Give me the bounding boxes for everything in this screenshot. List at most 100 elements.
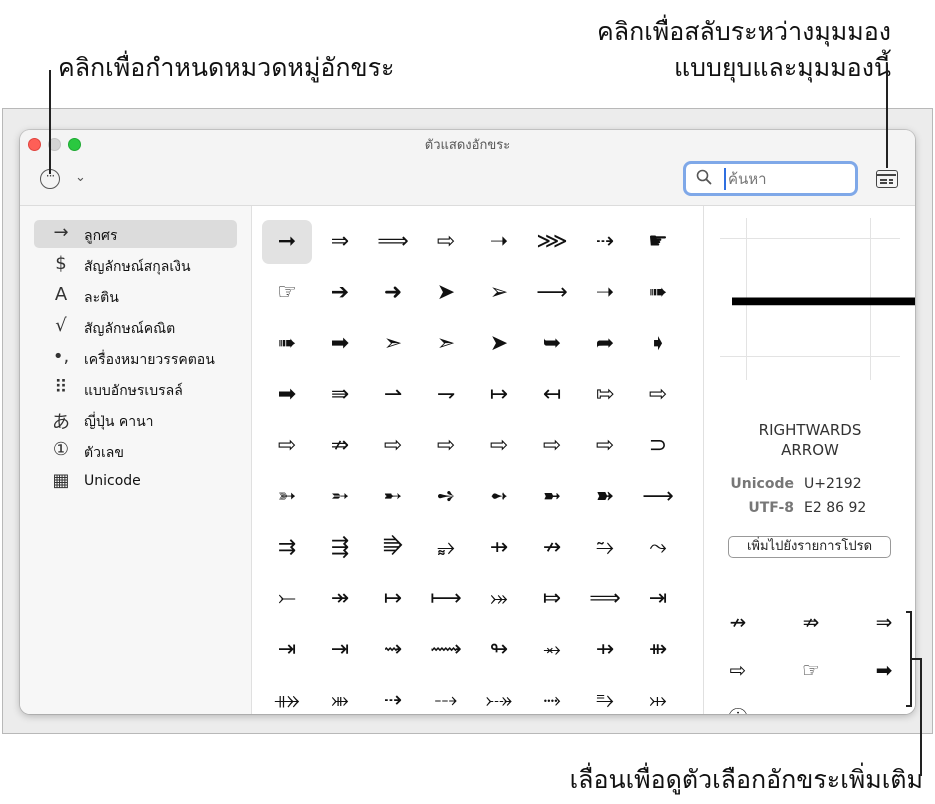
character-cell[interactable]: ↠: [315, 577, 365, 621]
sidebar-item[interactable]: √ สัญลักษณ์คณิต: [34, 313, 237, 341]
character-cell[interactable]: ☞: [262, 271, 312, 315]
character-cell[interactable]: ⥵: [421, 526, 471, 570]
character-cell[interactable]: ⇏: [315, 424, 365, 468]
variant-cell[interactable]: ↛: [708, 602, 768, 642]
character-cell[interactable]: ➠: [633, 271, 683, 315]
character-cell[interactable]: ⥱: [580, 679, 630, 714]
character-cell[interactable]: ⟶: [633, 475, 683, 519]
character-cell[interactable]: ⇨: [262, 424, 312, 468]
add-to-favorites-button[interactable]: เพิ่มไปยังรายการโปรด: [728, 536, 891, 558]
sidebar-item[interactable]: → ลูกศร: [34, 220, 237, 248]
character-cell[interactable]: ➡: [262, 373, 312, 417]
search-field[interactable]: [683, 161, 858, 196]
character-cell[interactable]: ⇥: [262, 628, 312, 672]
character-cell[interactable]: ⇸: [474, 526, 524, 570]
character-cell[interactable]: ⟹: [580, 577, 630, 621]
character-cell[interactable]: ➝: [474, 220, 524, 264]
character-cell[interactable]: ⇀: [368, 373, 418, 417]
character-cell[interactable]: ⤏: [421, 679, 471, 714]
character-cell[interactable]: ⭆: [368, 526, 418, 570]
character-cell[interactable]: ⋙: [527, 220, 577, 264]
chevron-down-icon[interactable]: ⌄: [75, 170, 86, 185]
character-cell[interactable]: ➣: [421, 322, 471, 366]
character-cell[interactable]: ↦: [474, 373, 524, 417]
character-cell[interactable]: ➜: [368, 271, 418, 315]
sidebar-item[interactable]: ⠿ แบบอักษรเบรลล์: [34, 375, 237, 403]
variant-cell[interactable]: ☞: [781, 650, 841, 690]
character-cell[interactable]: ⟶: [527, 271, 577, 315]
character-cell[interactable]: ⇨: [421, 220, 471, 264]
sidebar-item[interactable]: ▦ Unicode: [34, 468, 237, 496]
sidebar-item[interactable]: あ ญี่ปุ่น คานา: [34, 406, 237, 434]
character-cell[interactable]: ⟿: [421, 628, 471, 672]
variant-cell[interactable]: ⇏: [781, 602, 841, 642]
character-cell[interactable]: ➳: [262, 475, 312, 519]
character-cell[interactable]: ➝: [580, 271, 630, 315]
character-cell[interactable]: ☛: [633, 220, 683, 264]
character-cell[interactable]: ↛: [527, 526, 577, 570]
character-cell[interactable]: ➠: [262, 322, 312, 366]
character-cell[interactable]: ⇝: [368, 628, 418, 672]
character-cell[interactable]: ⤳: [633, 526, 683, 570]
character-cell[interactable]: ➢: [474, 271, 524, 315]
character-cell[interactable]: ⇨: [527, 424, 577, 468]
character-cell[interactable]: ➼: [527, 475, 577, 519]
character-cell[interactable]: ⇉: [262, 526, 312, 570]
character-cell[interactable]: ⤚: [262, 577, 312, 621]
character-cell[interactable]: ↤: [527, 373, 577, 417]
character-cell[interactable]: ⇥: [315, 628, 365, 672]
character-cell[interactable]: ⤔: [633, 679, 683, 714]
character-cell[interactable]: ⇻: [633, 628, 683, 672]
character-cell[interactable]: ➤: [421, 271, 471, 315]
character-cell[interactable]: ⟼: [421, 577, 471, 621]
character-cell[interactable]: ⤁: [262, 679, 312, 714]
character-cell[interactable]: ➽: [580, 475, 630, 519]
character-cell[interactable]: ➡: [315, 322, 365, 366]
variant-cell[interactable]: ⓘ: [708, 698, 768, 714]
character-cell[interactable]: ⟹: [368, 220, 418, 264]
character-cell[interactable]: ⇨: [580, 424, 630, 468]
character-cell[interactable]: ➦: [580, 322, 630, 366]
character-cell[interactable]: ↦: [368, 577, 418, 621]
character-cell[interactable]: ⇥: [633, 577, 683, 621]
variant-cell[interactable]: ⇨: [708, 650, 768, 690]
character-cell[interactable]: ➥: [527, 322, 577, 366]
character-cell[interactable]: ⤕: [315, 679, 365, 714]
character-cell[interactable]: ⤑: [527, 679, 577, 714]
character-cell[interactable]: ➞: [262, 220, 312, 264]
character-cell[interactable]: ⇨: [474, 424, 524, 468]
character-cell[interactable]: ⤖: [474, 577, 524, 621]
character-cell[interactable]: ➸: [368, 475, 418, 519]
character-cell[interactable]: ⇨: [633, 373, 683, 417]
character-cell[interactable]: ⊃: [633, 424, 683, 468]
character-cell[interactable]: ⇨: [368, 424, 418, 468]
character-cell[interactable]: ⥇: [527, 628, 577, 672]
character-cell[interactable]: ⇨: [421, 424, 471, 468]
variant-cell[interactable]: ➡: [854, 650, 914, 690]
character-cell[interactable]: ⤐: [474, 679, 524, 714]
variant-cell[interactable]: ⇒: [854, 602, 914, 642]
character-cell[interactable]: ⇢: [368, 679, 418, 714]
character-cell[interactable]: ⇶: [315, 526, 365, 570]
character-cell[interactable]: ↬: [474, 628, 524, 672]
sidebar-item[interactable]: •, เครื่องหมายวรรคตอน: [34, 344, 237, 372]
character-cell[interactable]: ➺: [421, 475, 471, 519]
sidebar-item[interactable]: A ละติน: [34, 282, 237, 310]
character-cell[interactable]: ➵: [315, 475, 365, 519]
sidebar-item[interactable]: $ สัญลักษณ์สกุลเงิน: [34, 251, 237, 279]
view-toggle-icon[interactable]: [876, 170, 898, 188]
character-cell[interactable]: ⇸: [580, 628, 630, 672]
character-cell[interactable]: ⤇: [527, 577, 577, 621]
search-input[interactable]: [724, 168, 844, 190]
character-cell[interactable]: ⇛: [315, 373, 365, 417]
character-cell[interactable]: ➻: [474, 475, 524, 519]
character-cell[interactable]: ⇒: [315, 220, 365, 264]
character-cell[interactable]: ⇰: [580, 373, 630, 417]
character-cell[interactable]: ➔: [315, 271, 365, 315]
character-cell[interactable]: ⇢: [580, 220, 630, 264]
character-cell[interactable]: ➧: [633, 322, 683, 366]
character-cell[interactable]: ➤: [474, 322, 524, 366]
variant-cell[interactable]: ⥄: [781, 698, 841, 714]
sidebar-item[interactable]: ① ตัวเลข: [34, 437, 237, 465]
character-cell[interactable]: ➣: [368, 322, 418, 366]
